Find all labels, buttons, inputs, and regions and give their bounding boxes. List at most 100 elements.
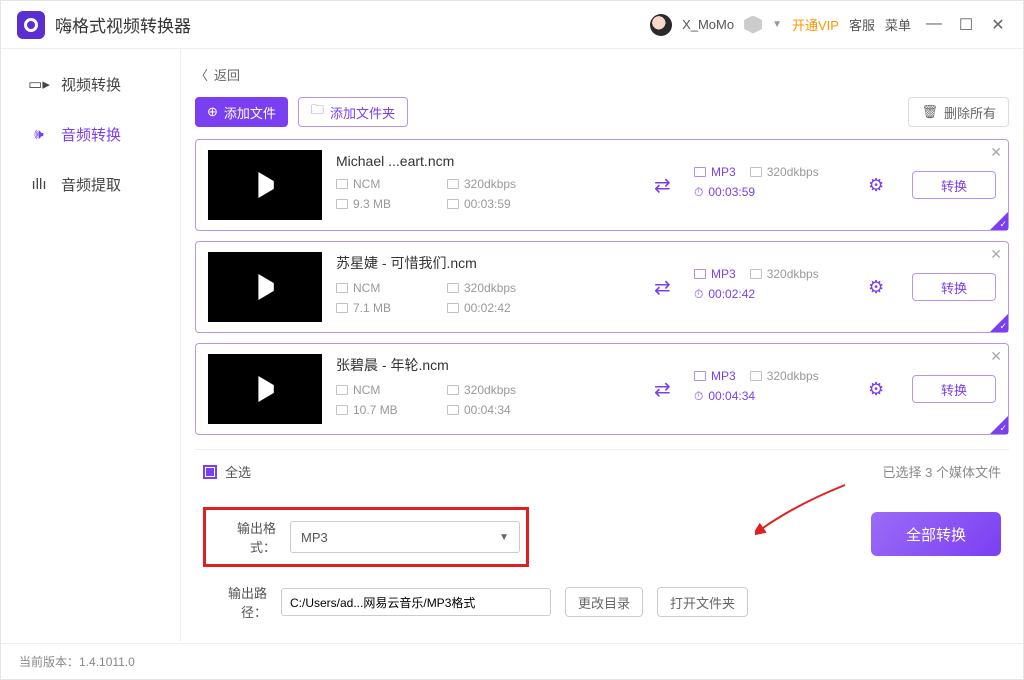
output-format-select[interactable]: MP3 ▼ (290, 521, 520, 553)
close-icon[interactable]: ✕ (990, 144, 1002, 161)
bitrate-icon (447, 283, 459, 293)
format-icon (336, 283, 348, 293)
clock-icon (447, 199, 459, 209)
clock-icon: ⏱ (694, 185, 703, 200)
open-folder-button[interactable]: 打开文件夹 (657, 587, 748, 617)
format-icon (694, 167, 706, 177)
video-icon: ▭▸ (29, 76, 49, 92)
select-all-label: 全选 (225, 462, 251, 481)
user-area: X_MoMo ▼ 开通VIP 客服 菜单 (650, 14, 911, 36)
format-icon (694, 371, 706, 381)
file-card: Michael ...eart.ncm NCM 320dkbps 9.3 MB … (195, 139, 1009, 231)
sidebar-item-label: 音频提取 (61, 174, 121, 195)
chevron-down-icon: ▼ (499, 532, 509, 543)
menu-link[interactable]: 菜单 (885, 15, 911, 34)
selected-check-icon (990, 212, 1008, 230)
sidebar-item-label: 视频转换 (61, 74, 121, 95)
size-icon (336, 199, 348, 209)
chevron-down-icon[interactable]: ▼ (772, 19, 782, 30)
output-path-input[interactable] (281, 588, 551, 616)
format-icon (336, 385, 348, 395)
sidebar-item-audio-extract[interactable]: ıllı 音频提取 (1, 159, 180, 209)
app-logo-icon (17, 11, 45, 39)
avatar[interactable] (650, 14, 672, 36)
file-name: Michael ...eart.ncm (336, 153, 640, 169)
file-name: 苏星婕 - 可惜我们.ncm (336, 253, 640, 273)
convert-button[interactable]: 转换 (912, 375, 996, 403)
clock-icon (447, 405, 459, 415)
format-icon (336, 179, 348, 189)
settings-gear-icon[interactable]: ⚙ (868, 175, 898, 196)
vip-badge-icon (744, 16, 762, 34)
username: X_MoMo (682, 17, 734, 32)
back-link[interactable]: 〈 返回 (195, 59, 1009, 89)
file-thumbnail[interactable] (208, 150, 322, 220)
maximize-button[interactable]: ☐ (957, 15, 975, 35)
play-icon (254, 376, 276, 402)
action-row: ⊕ 添加文件 🗀 添加文件夹 🗑 删除所有 (195, 93, 1009, 131)
folder-icon: 🗀 (311, 101, 324, 123)
file-thumbnail[interactable] (208, 252, 322, 322)
bitrate-icon (750, 269, 762, 279)
minimize-button[interactable]: — (925, 15, 943, 35)
file-thumbnail[interactable] (208, 354, 322, 424)
shuffle-icon: ⇄ (654, 173, 680, 198)
titlebar: 嗨格式视频转换器 X_MoMo ▼ 开通VIP 客服 菜单 — ☐ ✕ (1, 1, 1023, 49)
output-format-label: 输出格式： (212, 518, 276, 556)
close-icon[interactable]: ✕ (990, 246, 1002, 263)
waveform-icon: ıllı (29, 176, 49, 192)
window-controls: — ☐ ✕ (925, 15, 1007, 35)
delete-all-button[interactable]: 🗑 删除所有 (908, 97, 1009, 127)
chevron-left-icon: 〈 (195, 65, 208, 84)
app-title: 嗨格式视频转换器 (55, 12, 650, 37)
convert-button[interactable]: 转换 (912, 171, 996, 199)
selected-check-icon (990, 314, 1008, 332)
footer: 当前版本： 1.4.1011.0 (1, 643, 1023, 679)
bitrate-icon (447, 385, 459, 395)
size-icon (336, 303, 348, 313)
file-card: 苏星婕 - 可惜我们.ncm NCM 320dkbps 7.1 MB 00:02… (195, 241, 1009, 333)
shuffle-icon: ⇄ (654, 275, 680, 300)
settings-gear-icon[interactable]: ⚙ (868, 277, 898, 298)
selected-count: 已选择 3 个媒体文件 (883, 462, 1001, 481)
settings-gear-icon[interactable]: ⚙ (868, 379, 898, 400)
output-path-label: 输出路径： (203, 583, 267, 621)
bottom-panel: 全选 已选择 3 个媒体文件 输出格式： MP3 ▼ 全部转换 输出路径： (195, 449, 1009, 621)
add-file-button[interactable]: ⊕ 添加文件 (195, 97, 288, 127)
change-dir-button[interactable]: 更改目录 (565, 587, 643, 617)
close-button[interactable]: ✕ (989, 15, 1007, 35)
support-link[interactable]: 客服 (849, 15, 875, 34)
trash-icon: 🗑 (921, 104, 938, 120)
vip-link[interactable]: 开通VIP (792, 15, 839, 34)
convert-button[interactable]: 转换 (912, 273, 996, 301)
file-name: 张碧晨 - 年轮.ncm (336, 355, 640, 375)
add-folder-button[interactable]: 🗀 添加文件夹 (298, 97, 408, 127)
select-all-checkbox[interactable] (203, 465, 217, 479)
shuffle-icon: ⇄ (654, 377, 680, 402)
file-list: Michael ...eart.ncm NCM 320dkbps 9.3 MB … (195, 139, 1009, 445)
format-icon (694, 269, 706, 279)
highlight-box: 输出格式： MP3 ▼ (203, 507, 529, 567)
bitrate-icon (750, 167, 762, 177)
bitrate-icon (750, 371, 762, 381)
audio-icon: 🕪 (29, 126, 49, 142)
clock-icon: ⏱ (694, 389, 703, 404)
version: 1.4.1011.0 (79, 655, 135, 669)
convert-all-button[interactable]: 全部转换 (871, 512, 1001, 556)
sidebar-item-video-convert[interactable]: ▭▸ 视频转换 (1, 59, 180, 109)
play-icon (254, 172, 276, 198)
size-icon (336, 405, 348, 415)
close-icon[interactable]: ✕ (990, 348, 1002, 365)
sidebar-item-label: 音频转换 (61, 124, 121, 145)
play-icon (254, 274, 276, 300)
file-card: 张碧晨 - 年轮.ncm NCM 320dkbps 10.7 MB 00:04:… (195, 343, 1009, 435)
bitrate-icon (447, 179, 459, 189)
main: ▭▸ 视频转换 🕪 音频转换 ıllı 音频提取 〈 返回 ⊕ 添加文件 🗀 添… (1, 49, 1023, 641)
annotation-arrow-icon (755, 480, 855, 540)
sidebar: ▭▸ 视频转换 🕪 音频转换 ıllı 音频提取 (1, 49, 181, 641)
content: 〈 返回 ⊕ 添加文件 🗀 添加文件夹 🗑 删除所有 Michael ...ea… (181, 49, 1023, 641)
sidebar-item-audio-convert[interactable]: 🕪 音频转换 (1, 109, 180, 159)
clock-icon: ⏱ (694, 287, 703, 302)
clock-icon (447, 303, 459, 313)
version-label: 当前版本： (19, 653, 79, 670)
